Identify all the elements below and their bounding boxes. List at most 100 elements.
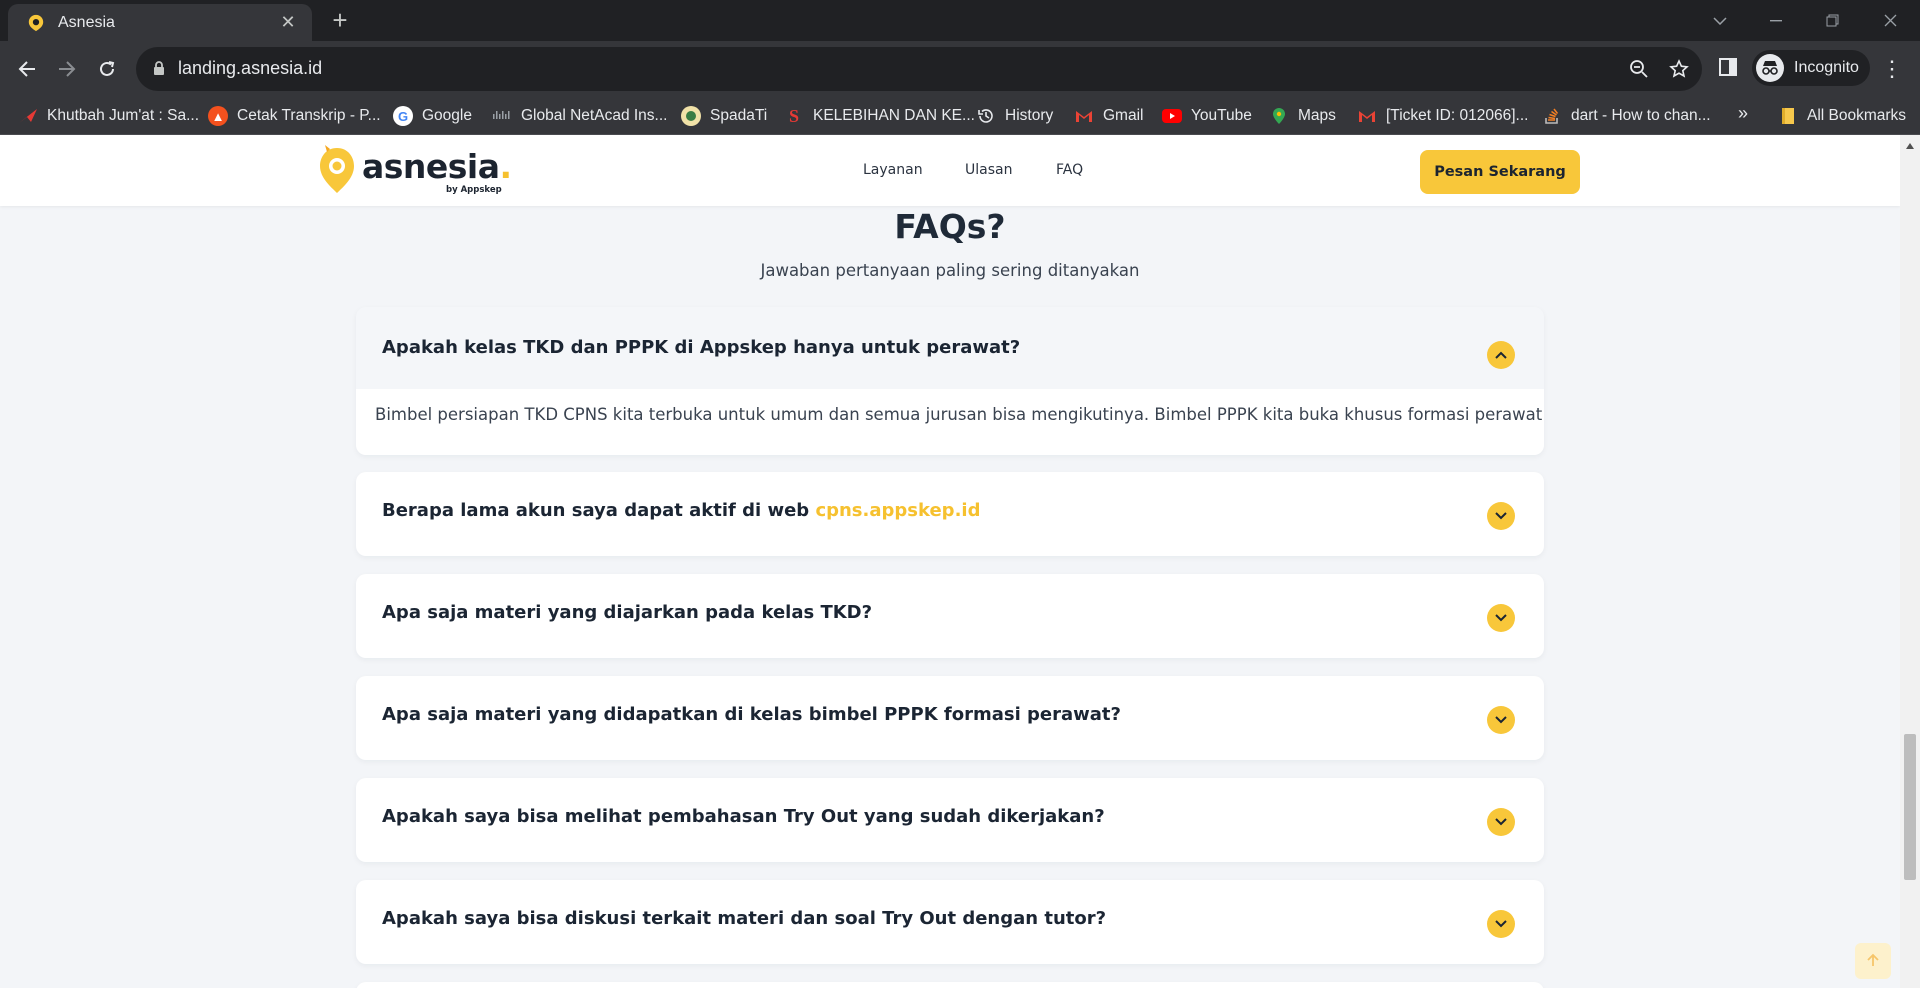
- spadati-emblem-icon: [681, 106, 701, 126]
- reload-icon[interactable]: [89, 51, 125, 87]
- bookmark-star-icon[interactable]: [1667, 57, 1691, 81]
- youtube-icon: [1162, 106, 1182, 126]
- browser-toolbar: landing.asnesia.id Incognito ⋮: [0, 41, 1920, 97]
- bookmark-label: [Ticket ID: 012066]...: [1386, 107, 1529, 124]
- gmail-icon: [1357, 106, 1377, 126]
- faq-item[interactable]: [356, 982, 1544, 988]
- page-scrollbar[interactable]: [1900, 135, 1920, 988]
- bookmark-label: Khutbah Jum'at : Sa...: [47, 107, 200, 124]
- back-to-top-button[interactable]: [1855, 943, 1891, 979]
- close-window-icon[interactable]: [1862, 0, 1918, 41]
- incognito-profile-button[interactable]: Incognito: [1752, 50, 1870, 86]
- bookmark-label: Global NetAcad Ins...: [521, 107, 668, 124]
- nav-link-ulasan[interactable]: Ulasan: [965, 162, 1012, 178]
- google-icon: G: [393, 106, 413, 126]
- bookmark-label: SpadaTi: [710, 107, 768, 124]
- chevron-up-icon[interactable]: [1487, 341, 1515, 369]
- faq-title: FAQs?: [894, 207, 1006, 246]
- graduation-cap-icon: ▲: [208, 106, 228, 126]
- faq-question[interactable]: Berapa lama akun saya dapat aktif di web…: [382, 500, 980, 521]
- folder-icon: [1778, 106, 1798, 126]
- active-tab[interactable]: Asnesia ✕: [8, 4, 312, 41]
- chevron-down-icon[interactable]: [1487, 604, 1515, 632]
- faq-answer: Bimbel persiapan TKD CPNS kita terbuka u…: [375, 405, 1543, 424]
- bookmark-item[interactable]: Maps: [1269, 97, 1336, 135]
- red-wing-icon: [18, 106, 38, 126]
- bookmark-item[interactable]: [Ticket ID: 012066]...: [1357, 97, 1528, 135]
- bookmark-item[interactable]: YouTube: [1162, 97, 1252, 135]
- faq-question[interactable]: Apa saja materi yang didapatkan di kelas…: [382, 704, 1121, 725]
- bookmark-item[interactable]: dart - How to chan...: [1542, 97, 1711, 135]
- incognito-icon: [1756, 54, 1784, 82]
- all-bookmarks-button[interactable]: All Bookmarks: [1778, 97, 1906, 135]
- chevron-down-icon[interactable]: [1487, 808, 1515, 836]
- zoom-icon[interactable]: [1627, 57, 1651, 81]
- faq-item[interactable]: Berapa lama akun saya dapat aktif di web…: [356, 472, 1544, 556]
- chevron-down-icon[interactable]: [1487, 706, 1515, 734]
- bookmarks-overflow-chevron[interactable]: »: [1738, 103, 1748, 124]
- faq-item: Apakah kelas TKD dan PPPK di Appskep han…: [356, 307, 1544, 455]
- site-logo[interactable]: asnesia. by Appskep: [318, 145, 512, 197]
- side-panel-icon[interactable]: [1718, 57, 1738, 82]
- incognito-label: Incognito: [1794, 59, 1859, 76]
- faq-answer-panel: Bimbel persiapan TKD CPNS kita terbuka u…: [356, 389, 1544, 455]
- stackoverflow-icon: [1542, 106, 1562, 126]
- letter-s-icon: S: [788, 105, 799, 126]
- back-icon[interactable]: [9, 51, 45, 87]
- faq-item[interactable]: Apa saja materi yang didapatkan di kelas…: [356, 676, 1544, 760]
- faq-question[interactable]: Apakah saya bisa diskusi terkait materi …: [382, 908, 1106, 929]
- faq-item[interactable]: Apakah saya bisa melihat pembahasan Try …: [356, 778, 1544, 862]
- scroll-up-arrow-icon[interactable]: [1906, 143, 1914, 149]
- bookmark-label: History: [1005, 107, 1054, 124]
- bookmark-item[interactable]: G Google: [393, 97, 472, 135]
- faq-question[interactable]: Apakah kelas TKD dan PPPK di Appskep han…: [382, 337, 1020, 358]
- cisco-icon: [492, 106, 512, 126]
- tab-strip: Asnesia ✕ +: [0, 0, 1920, 41]
- asnesia-logo-mark-icon: [318, 145, 356, 199]
- arrow-up-icon: [1866, 952, 1880, 971]
- bookmark-label: Google: [422, 107, 472, 124]
- lock-icon[interactable]: [153, 61, 165, 81]
- logo-wordmark: asnesia.: [362, 147, 512, 186]
- maps-pin-icon: [1269, 106, 1289, 126]
- forward-icon[interactable]: [49, 51, 85, 87]
- bookmark-item[interactable]: History: [976, 97, 1053, 135]
- chevron-down-icon[interactable]: [1487, 502, 1515, 530]
- new-tab-icon[interactable]: +: [325, 6, 355, 36]
- gmail-icon: [1074, 106, 1094, 126]
- tab-title: Asnesia: [58, 13, 115, 31]
- tab-search-chevron-icon[interactable]: [1692, 0, 1748, 41]
- bookmarks-bar: Khutbah Jum'at : Sa... ▲ Cetak Transkrip…: [0, 97, 1920, 135]
- bookmark-label: Gmail: [1103, 107, 1144, 124]
- bookmark-item[interactable]: S KELEBIHAN DAN KE...: [784, 97, 975, 135]
- bookmark-item[interactable]: SpadaTi: [681, 97, 767, 135]
- faq-question[interactable]: Apakah saya bisa melihat pembahasan Try …: [382, 806, 1105, 827]
- faq-subtitle: Jawaban pertanyaan paling sering ditanya…: [760, 261, 1140, 280]
- faq-item[interactable]: Apa saja materi yang diajarkan pada kela…: [356, 574, 1544, 658]
- nav-link-faq[interactable]: FAQ: [1056, 162, 1083, 178]
- minimize-icon[interactable]: [1748, 0, 1804, 41]
- faq-question-link[interactable]: cpns.appskep.id: [815, 500, 980, 521]
- all-bookmarks-label: All Bookmarks: [1807, 107, 1907, 124]
- chevron-down-icon[interactable]: [1487, 910, 1515, 938]
- address-bar[interactable]: landing.asnesia.id: [136, 47, 1702, 91]
- scrollbar-thumb[interactable]: [1904, 734, 1916, 880]
- bookmark-item[interactable]: ▲ Cetak Transkrip - P...: [208, 97, 381, 135]
- browser-menu-icon[interactable]: ⋮: [1880, 55, 1904, 83]
- page-viewport: asnesia. by Appskep Layanan Ulasan FAQ P…: [0, 135, 1900, 988]
- order-now-button[interactable]: Pesan Sekarang: [1420, 150, 1580, 194]
- bookmark-item[interactable]: Gmail: [1074, 97, 1143, 135]
- bookmark-label: Cetak Transkrip - P...: [237, 107, 381, 124]
- bookmark-label: dart - How to chan...: [1571, 107, 1711, 124]
- bookmark-label: Maps: [1298, 107, 1336, 124]
- tab-close-icon[interactable]: ✕: [276, 12, 300, 33]
- faq-item[interactable]: Apakah saya bisa diskusi terkait materi …: [356, 880, 1544, 964]
- bookmark-item[interactable]: Global NetAcad Ins...: [492, 97, 667, 135]
- faq-question[interactable]: Apa saja materi yang diajarkan pada kela…: [382, 602, 872, 623]
- url-text[interactable]: landing.asnesia.id: [178, 58, 322, 79]
- logo-byline: by Appskep: [446, 185, 502, 195]
- restore-icon[interactable]: [1804, 0, 1860, 41]
- nav-link-layanan[interactable]: Layanan: [863, 162, 923, 178]
- asnesia-favicon-icon: [26, 13, 46, 33]
- bookmark-item[interactable]: Khutbah Jum'at : Sa...: [18, 97, 199, 135]
